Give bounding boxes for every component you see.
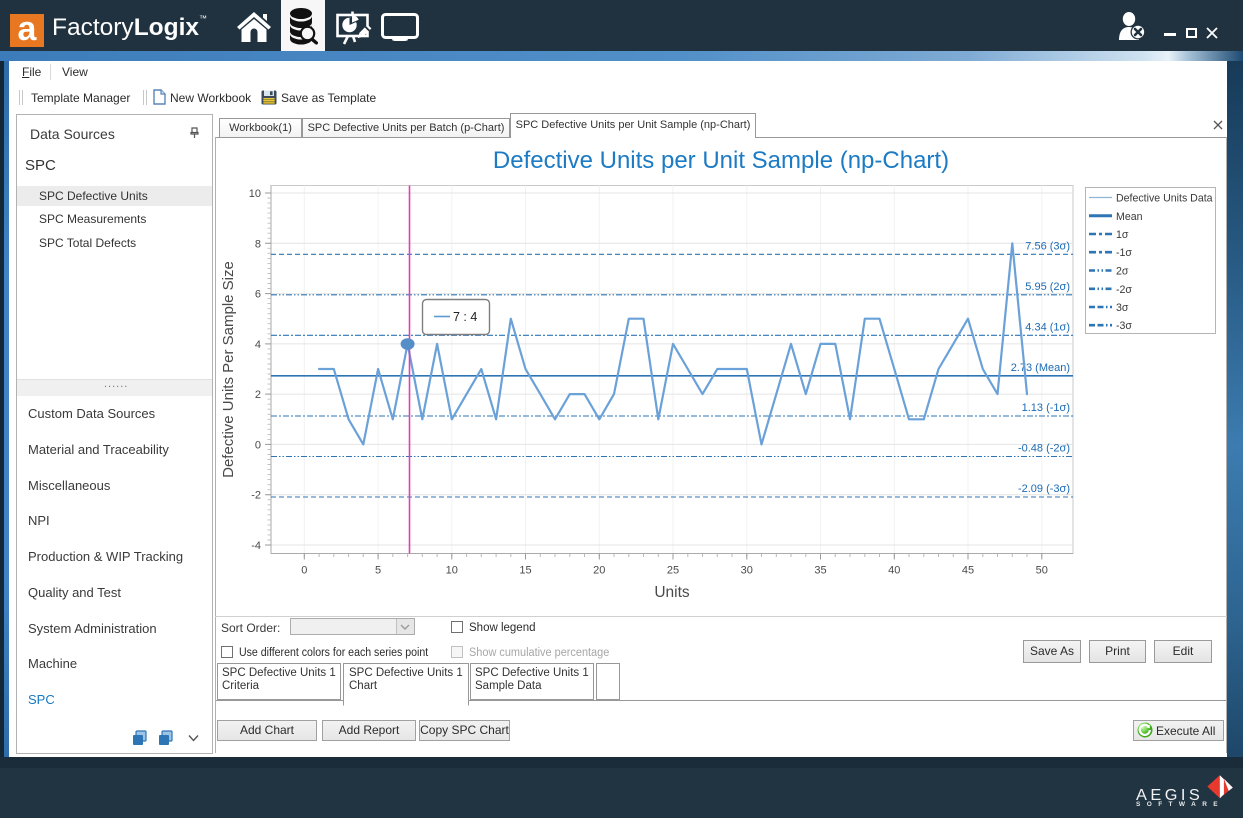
svg-text:Defective Units Per Sample Siz: Defective Units Per Sample Size (220, 261, 237, 478)
svg-text:20: 20 (593, 565, 605, 577)
svg-text:15: 15 (519, 565, 531, 577)
svg-text:35: 35 (814, 565, 826, 577)
svg-text:1.13 (-1σ): 1.13 (-1σ) (1022, 402, 1070, 414)
svg-text:5: 5 (375, 565, 381, 577)
svg-text:-2.09 (-3σ): -2.09 (-3σ) (1018, 483, 1070, 495)
svg-text:30: 30 (741, 565, 753, 577)
svg-text:2.73 (Mean): 2.73 (Mean) (1011, 362, 1070, 374)
svg-text:5.95 (2σ): 5.95 (2σ) (1025, 281, 1070, 293)
svg-text:50: 50 (1036, 565, 1048, 577)
svg-text:Units: Units (654, 584, 690, 601)
svg-text:4: 4 (255, 339, 261, 351)
svg-text:10: 10 (249, 188, 261, 200)
svg-text:-0.48 (-2σ): -0.48 (-2σ) (1018, 443, 1070, 455)
svg-text:-2σ: -2σ (1116, 284, 1132, 296)
svg-text:0: 0 (301, 565, 307, 577)
svg-text:40: 40 (888, 565, 900, 577)
svg-text:6: 6 (255, 289, 261, 301)
svg-text:1σ: 1σ (1116, 229, 1129, 241)
svg-text:7.56 (3σ): 7.56 (3σ) (1025, 240, 1070, 252)
svg-text:25: 25 (667, 565, 679, 577)
svg-text:Mean: Mean (1116, 211, 1143, 223)
svg-text:-3σ: -3σ (1116, 320, 1132, 332)
svg-text:10: 10 (446, 565, 458, 577)
svg-text:45: 45 (962, 565, 974, 577)
svg-text:-4: -4 (251, 540, 261, 552)
svg-text:8: 8 (255, 238, 261, 250)
svg-text:7 : 4: 7 : 4 (453, 310, 477, 324)
svg-text:Defective Units per Unit Sampl: Defective Units per Unit Sample (np-Char… (493, 147, 949, 174)
svg-text:3σ: 3σ (1116, 302, 1129, 314)
svg-text:2σ: 2σ (1116, 266, 1129, 278)
svg-text:-2: -2 (251, 490, 261, 502)
svg-text:Defective Units Data: Defective Units Data (1116, 193, 1213, 205)
svg-text:-1σ: -1σ (1116, 247, 1132, 259)
svg-text:4.34 (1σ): 4.34 (1σ) (1025, 321, 1070, 333)
svg-text:2: 2 (255, 389, 261, 401)
svg-text:0: 0 (255, 439, 261, 451)
